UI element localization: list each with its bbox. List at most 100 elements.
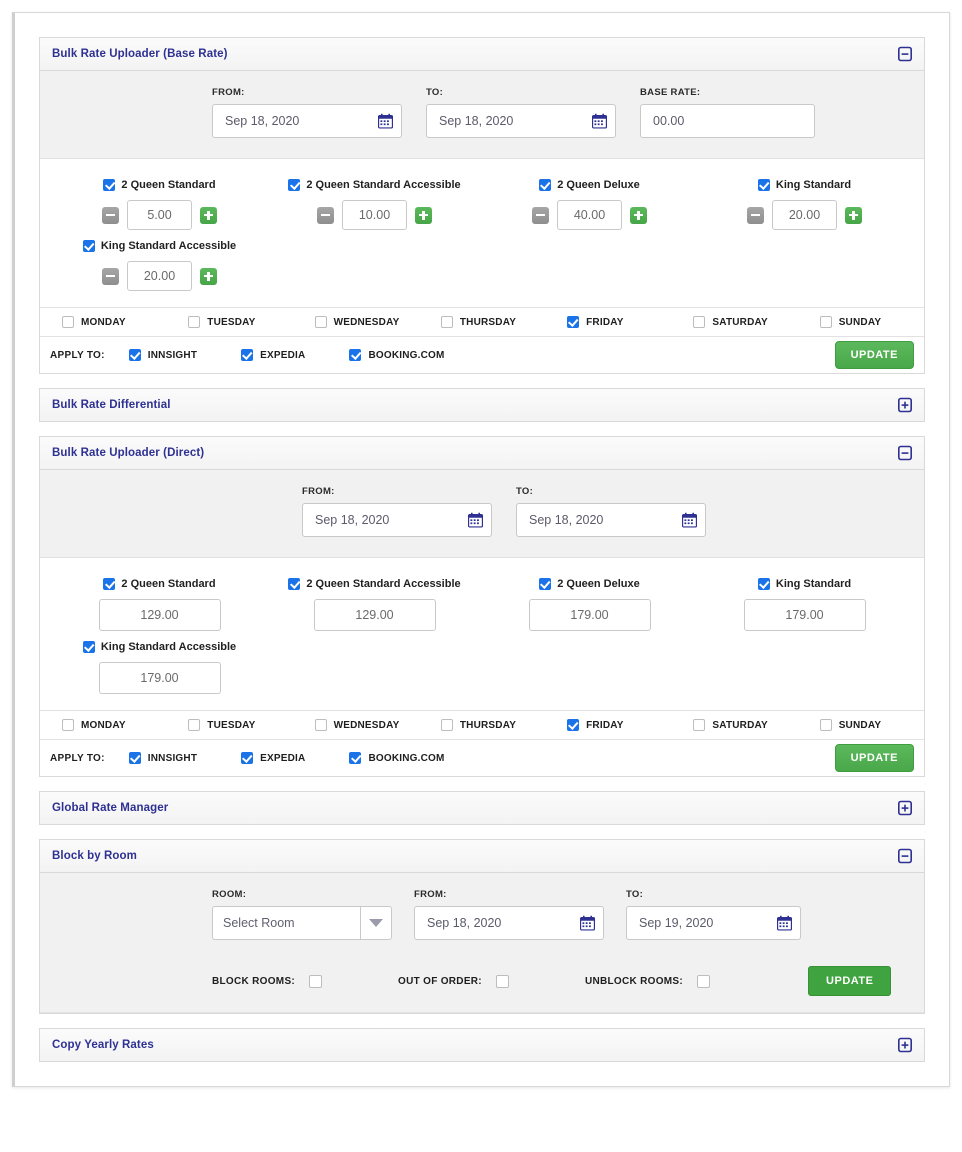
room-rate-input[interactable]: [342, 200, 407, 230]
option-unblock-rooms[interactable]: UNBLOCK ROOMS:: [585, 974, 711, 988]
expand-icon-differential[interactable]: [898, 397, 912, 413]
decrement-button[interactable]: [317, 206, 334, 224]
day-checkbox[interactable]: [567, 316, 580, 328]
room-checkbox[interactable]: [539, 179, 552, 191]
day-cell-monday[interactable]: MONDAY: [40, 316, 166, 328]
day-checkbox[interactable]: [567, 719, 580, 731]
room-checkbox-row[interactable]: King Standard: [705, 179, 904, 191]
room-checkbox-row[interactable]: 2 Queen Standard: [60, 578, 259, 590]
to-date-input[interactable]: [516, 503, 706, 537]
update-button-base-rate[interactable]: UPDATE: [834, 341, 914, 369]
from-date-input[interactable]: [302, 503, 492, 537]
room-select[interactable]: Select Room: [212, 906, 392, 940]
room-checkbox-row[interactable]: 2 Queen Deluxe: [490, 179, 689, 191]
collapse-icon-block-by-room[interactable]: [898, 848, 912, 864]
room-checkbox[interactable]: [757, 578, 770, 590]
room-checkbox-row[interactable]: King Standard: [705, 578, 904, 590]
channel-checkbox[interactable]: [128, 752, 141, 764]
day-checkbox[interactable]: [440, 316, 453, 328]
decrement-button[interactable]: [532, 206, 549, 224]
collapse-icon-base-rate[interactable]: [898, 46, 912, 62]
day-cell-sunday[interactable]: SUNDAY: [798, 719, 924, 731]
decrement-button[interactable]: [747, 206, 764, 224]
room-checkbox[interactable]: [288, 578, 301, 590]
panel-header-differential[interactable]: Bulk Rate Differential: [39, 388, 925, 422]
day-checkbox[interactable]: [188, 719, 201, 731]
increment-button[interactable]: [845, 206, 862, 224]
from-date-input[interactable]: [414, 906, 604, 940]
day-checkbox[interactable]: [693, 316, 706, 328]
day-checkbox[interactable]: [819, 316, 832, 328]
room-rate-input[interactable]: [772, 200, 837, 230]
day-cell-friday[interactable]: FRIDAY: [545, 316, 671, 328]
room-checkbox-row[interactable]: 2 Queen Deluxe: [490, 578, 689, 590]
day-cell-wednesday[interactable]: WEDNESDAY: [293, 316, 419, 328]
day-cell-friday[interactable]: FRIDAY: [545, 719, 671, 731]
channel-expedia[interactable]: EXPEDIA: [241, 752, 305, 764]
channel-checkbox[interactable]: [241, 349, 254, 361]
day-checkbox[interactable]: [440, 719, 453, 731]
day-cell-saturday[interactable]: SATURDAY: [671, 316, 797, 328]
day-checkbox[interactable]: [62, 316, 74, 328]
day-checkbox[interactable]: [314, 316, 327, 328]
day-cell-monday[interactable]: MONDAY: [40, 719, 166, 731]
option-block-rooms[interactable]: BLOCK ROOMS:: [212, 974, 323, 988]
room-rate-input[interactable]: [98, 599, 221, 631]
increment-button[interactable]: [630, 206, 647, 224]
panel-header-copy-yearly-rates[interactable]: Copy Yearly Rates: [39, 1028, 925, 1062]
room-checkbox-row[interactable]: 2 Queen Standard Accessible: [275, 578, 474, 590]
day-cell-wednesday[interactable]: WEDNESDAY: [293, 719, 419, 731]
update-button-block-by-room[interactable]: UPDATE: [808, 966, 892, 996]
channel-checkbox[interactable]: [349, 349, 362, 361]
increment-button[interactable]: [415, 206, 432, 224]
day-cell-saturday[interactable]: SATURDAY: [671, 719, 797, 731]
increment-button[interactable]: [200, 267, 217, 285]
day-cell-tuesday[interactable]: TUESDAY: [166, 719, 292, 731]
channel-innsight[interactable]: INNSIGHT: [128, 349, 197, 361]
room-checkbox[interactable]: [103, 179, 116, 191]
room-checkbox[interactable]: [82, 240, 95, 252]
update-button-direct[interactable]: UPDATE: [834, 744, 914, 772]
room-checkbox-row[interactable]: 2 Queen Standard: [60, 179, 259, 191]
channel-booking-com[interactable]: BOOKING.COM: [349, 349, 444, 361]
option-checkbox[interactable]: [495, 974, 509, 988]
panel-header-block-by-room[interactable]: Block by Room: [39, 839, 925, 873]
collapse-icon-direct[interactable]: [898, 445, 912, 461]
room-rate-input[interactable]: [557, 200, 622, 230]
room-checkbox-row[interactable]: King Standard Accessible: [60, 641, 259, 653]
decrement-button[interactable]: [102, 206, 119, 224]
room-checkbox[interactable]: [539, 578, 552, 590]
to-date-input[interactable]: [426, 104, 616, 138]
option-out-of-order[interactable]: OUT OF ORDER:: [398, 974, 509, 988]
panel-header-global-rate-manager[interactable]: Global Rate Manager: [39, 791, 925, 825]
channel-innsight[interactable]: INNSIGHT: [128, 752, 197, 764]
channel-checkbox[interactable]: [128, 349, 141, 361]
channel-booking-com[interactable]: BOOKING.COM: [349, 752, 444, 764]
room-rate-input[interactable]: [528, 599, 651, 631]
room-checkbox[interactable]: [103, 578, 116, 590]
day-checkbox[interactable]: [693, 719, 706, 731]
day-cell-tuesday[interactable]: TUESDAY: [166, 316, 292, 328]
chevron-down-icon[interactable]: [360, 906, 392, 940]
channel-checkbox[interactable]: [349, 752, 362, 764]
room-rate-input[interactable]: [98, 662, 221, 694]
base-rate-input[interactable]: [640, 104, 815, 138]
day-checkbox[interactable]: [819, 719, 832, 731]
day-checkbox[interactable]: [314, 719, 327, 731]
day-cell-sunday[interactable]: SUNDAY: [798, 316, 924, 328]
day-checkbox[interactable]: [188, 316, 201, 328]
day-checkbox[interactable]: [62, 719, 74, 731]
room-checkbox[interactable]: [288, 179, 301, 191]
increment-button[interactable]: [200, 206, 217, 224]
room-checkbox[interactable]: [757, 179, 770, 191]
room-rate-input[interactable]: [313, 599, 436, 631]
expand-icon-global-rate-manager[interactable]: [898, 800, 912, 816]
room-rate-input[interactable]: [743, 599, 866, 631]
expand-icon-copy-yearly-rates[interactable]: [898, 1037, 912, 1053]
panel-header-base-rate[interactable]: Bulk Rate Uploader (Base Rate): [39, 37, 925, 71]
room-checkbox[interactable]: [82, 641, 95, 653]
day-cell-thursday[interactable]: THURSDAY: [419, 316, 545, 328]
option-checkbox[interactable]: [697, 974, 711, 988]
channel-expedia[interactable]: EXPEDIA: [241, 349, 305, 361]
to-date-input[interactable]: [626, 906, 801, 940]
